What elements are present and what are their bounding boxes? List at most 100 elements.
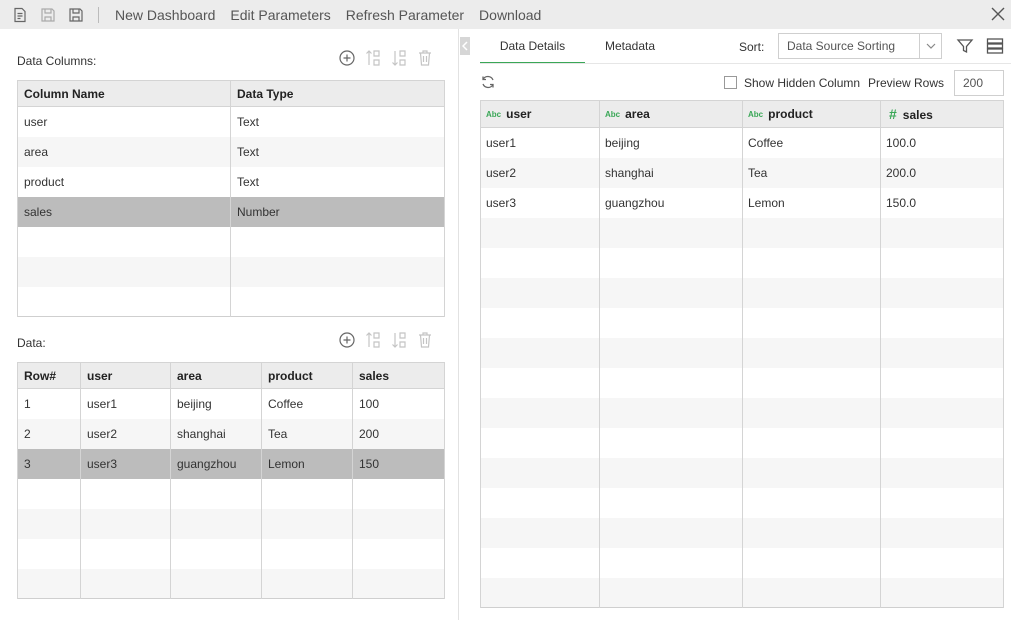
header-area[interactable]: Abc area — [599, 100, 743, 128]
tab-bar: Data Details Metadata — [480, 29, 675, 64]
empty-row — [17, 286, 445, 317]
download-button[interactable]: Download — [479, 7, 541, 23]
cell: user1 — [480, 127, 600, 158]
preview-rows-label: Preview Rows — [868, 76, 945, 90]
cell[interactable]: 1 — [17, 388, 81, 419]
cell[interactable]: Tea — [261, 418, 353, 449]
sort-select-value: Data Source Sorting — [787, 39, 896, 53]
cell[interactable]: 100 — [352, 388, 445, 419]
header-user[interactable]: user — [80, 362, 171, 389]
table-row[interactable]: user2 shanghai Tea 200.0 — [480, 157, 1004, 188]
empty-row — [480, 277, 1004, 308]
sort-label: Sort: — [739, 40, 765, 54]
refresh-parameter-button[interactable]: Refresh Parameter — [346, 7, 464, 23]
empty-row — [17, 538, 445, 569]
number-type-icon: # — [889, 106, 897, 122]
cell[interactable]: shanghai — [170, 418, 262, 449]
delete-icon[interactable] — [417, 331, 433, 349]
empty-row — [480, 337, 1004, 368]
header-product[interactable]: Abc product — [742, 100, 881, 128]
data-type-cell: Number — [230, 196, 445, 227]
cell[interactable]: 3 — [17, 448, 81, 479]
preview-rows-input[interactable] — [954, 70, 1004, 96]
cell[interactable]: guangzhou — [170, 448, 262, 479]
tab-metadata[interactable]: Metadata — [585, 29, 675, 64]
move-up-icon[interactable] — [365, 49, 381, 67]
header-product[interactable]: product — [261, 362, 353, 389]
cell[interactable]: user2 — [80, 418, 171, 449]
empty-row — [17, 226, 445, 257]
header-area[interactable]: area — [170, 362, 262, 389]
empty-row — [17, 508, 445, 539]
cell: 100.0 — [880, 127, 1004, 158]
header-sales[interactable]: # sales — [880, 100, 1004, 128]
empty-row — [480, 457, 1004, 488]
column-name-cell: sales — [17, 196, 231, 227]
empty-row — [17, 478, 445, 509]
move-down-icon[interactable] — [391, 331, 407, 349]
text-type-icon: Abc — [748, 110, 764, 119]
toolbar-divider — [98, 6, 99, 23]
edit-parameters-button[interactable]: Edit Parameters — [230, 7, 330, 23]
table-row[interactable]: area Text — [17, 136, 445, 167]
add-icon[interactable] — [339, 331, 355, 349]
sort-select[interactable]: Data Source Sorting — [778, 33, 942, 59]
cell: Tea — [742, 157, 881, 188]
save-as-icon[interactable] — [68, 7, 84, 23]
save-icon[interactable] — [40, 7, 56, 23]
cell: Lemon — [742, 187, 881, 218]
table-row-selected[interactable]: 3 user3 guangzhou Lemon 150 — [17, 448, 445, 479]
empty-row — [480, 307, 1004, 338]
header-user[interactable]: Abc user — [480, 100, 600, 128]
header-sales[interactable]: sales — [352, 362, 445, 389]
empty-row — [480, 427, 1004, 458]
move-up-icon[interactable] — [365, 331, 381, 349]
columns-tools — [339, 49, 433, 67]
show-hidden-column-checkbox[interactable] — [724, 76, 737, 89]
text-type-icon: Abc — [605, 110, 621, 119]
table-row[interactable]: user1 beijing Coffee 100.0 — [480, 127, 1004, 158]
cell: user3 — [480, 187, 600, 218]
table-row[interactable]: 2 user2 shanghai Tea 200 — [17, 418, 445, 449]
cell[interactable]: user1 — [80, 388, 171, 419]
collapse-panel-handle[interactable] — [460, 37, 470, 55]
table-row[interactable]: user Text — [17, 106, 445, 137]
empty-row — [480, 487, 1004, 518]
empty-row — [480, 547, 1004, 578]
cell[interactable]: 200 — [352, 418, 445, 449]
cell[interactable]: Lemon — [261, 448, 353, 479]
table-row[interactable]: 1 user1 beijing Coffee 100 — [17, 388, 445, 419]
column-name-cell: user — [17, 106, 231, 137]
chevron-down-icon[interactable] — [919, 34, 941, 58]
cell[interactable]: Coffee — [261, 388, 353, 419]
header-label: area — [625, 107, 650, 121]
table-row-selected[interactable]: sales Number — [17, 196, 445, 227]
column-name-cell: product — [17, 166, 231, 197]
add-icon[interactable] — [339, 49, 355, 67]
right-panel: Data Details Metadata Sort: Data Source … — [460, 29, 1011, 620]
data-tools — [339, 331, 433, 349]
filter-icon[interactable] — [956, 37, 974, 55]
show-hidden-column-label: Show Hidden Column — [744, 76, 861, 90]
cell[interactable]: 2 — [17, 418, 81, 449]
column-settings-icon[interactable] — [986, 37, 1004, 55]
table-row[interactable]: product Text — [17, 166, 445, 197]
column-header-type[interactable]: Data Type — [230, 80, 445, 107]
data-label: Data: — [17, 336, 46, 350]
move-down-icon[interactable] — [391, 49, 407, 67]
empty-row — [17, 256, 445, 287]
close-icon[interactable] — [989, 5, 1007, 23]
delete-icon[interactable] — [417, 49, 433, 67]
cell[interactable]: beijing — [170, 388, 262, 419]
header-row-number[interactable]: Row# — [17, 362, 81, 389]
toolbar: New Dashboard Edit Parameters Refresh Pa… — [0, 0, 1011, 29]
new-dashboard-button[interactable]: New Dashboard — [115, 7, 215, 23]
tab-data-details[interactable]: Data Details — [480, 29, 585, 64]
refresh-icon[interactable] — [480, 74, 496, 90]
cell[interactable]: user3 — [80, 448, 171, 479]
column-header-name[interactable]: Column Name — [17, 80, 231, 107]
table-row[interactable]: user3 guangzhou Lemon 150.0 — [480, 187, 1004, 218]
new-report-icon[interactable] — [12, 7, 28, 23]
cell[interactable]: 150 — [352, 448, 445, 479]
chevron-left-icon — [462, 41, 468, 51]
